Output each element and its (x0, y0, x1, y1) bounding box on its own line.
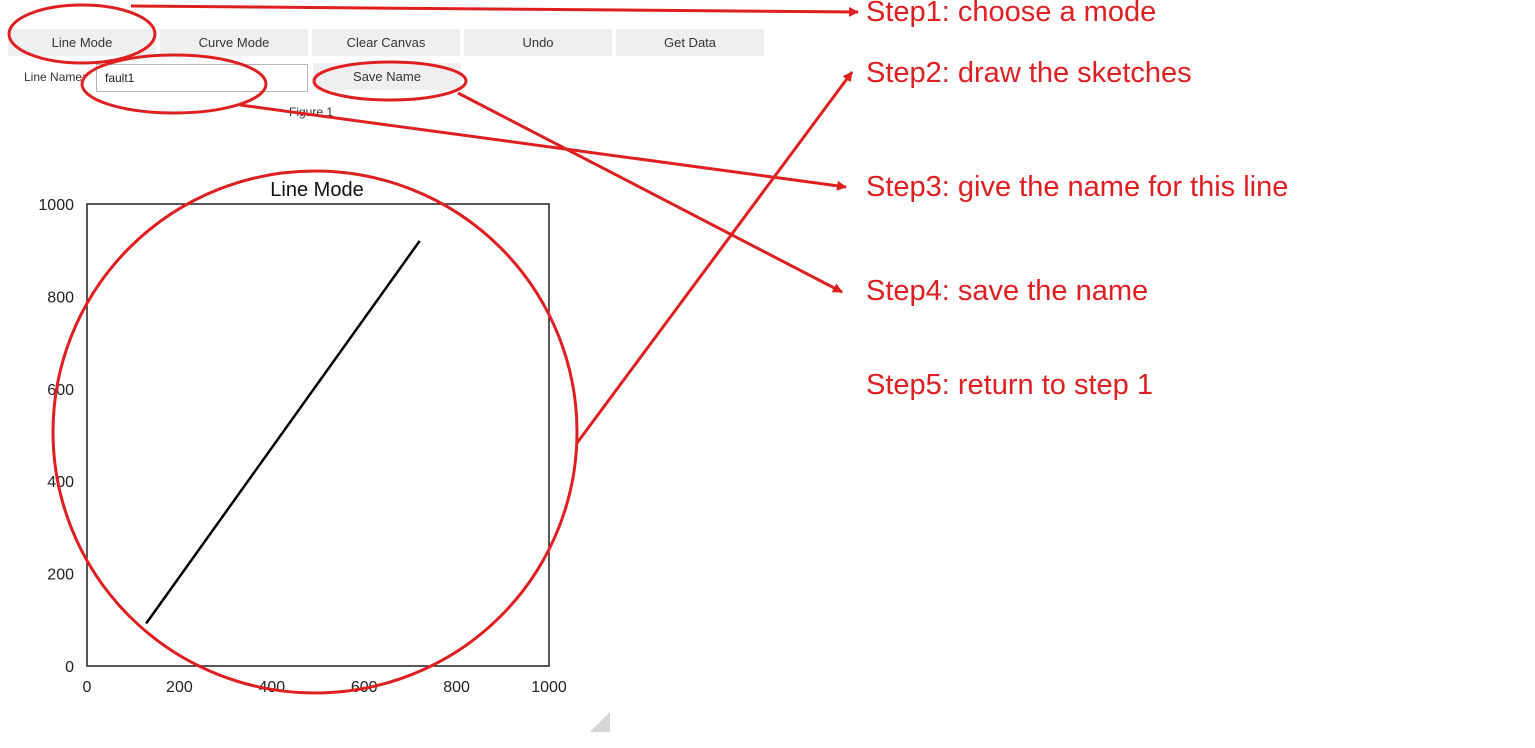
drawing-canvas[interactable]: Line Mode 0 200 400 600 800 1000 0 200 400 600 800… (0, 0, 620, 748)
y-tick-label: 0 (65, 659, 74, 676)
x-tick-label: 0 (83, 679, 92, 696)
y-tick-label: 800 (47, 289, 74, 306)
x-tick-label: 200 (166, 679, 193, 696)
plot-frame (86, 203, 550, 667)
y-tick-label: 400 (47, 474, 74, 491)
axis-ticks: 0 200 400 600 800 1000 0 200 400 600 800 1000 (38, 197, 566, 696)
resize-grip[interactable] (590, 712, 610, 732)
step1-text: Step1: choose a mode (866, 0, 1157, 28)
x-tick-label: 1000 (531, 679, 567, 696)
x-tick-label: 800 (443, 679, 470, 696)
x-tick-label: 600 (351, 679, 378, 696)
y-tick-label: 200 (47, 567, 74, 584)
y-tick-label: 1000 (38, 197, 74, 214)
step4-text: Step4: save the name (866, 275, 1149, 307)
sketch-lines (145, 240, 421, 625)
x-tick-label: 400 (258, 679, 285, 696)
plot-title: Line Mode (270, 179, 363, 201)
step2-text: Step2: draw the sketches (866, 57, 1192, 89)
y-tick-label: 600 (47, 382, 74, 399)
get-data-button[interactable]: Get Data (616, 29, 764, 56)
step5-text: Step5: return to step 1 (866, 369, 1153, 401)
step3-text: Step3: give the name for this line (866, 171, 1289, 203)
sketch-line (145, 240, 421, 625)
